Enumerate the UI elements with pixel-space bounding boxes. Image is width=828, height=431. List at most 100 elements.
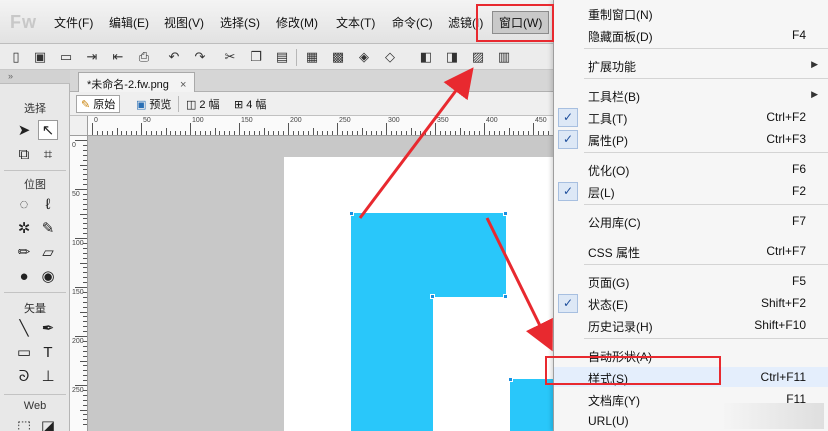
redo-icon[interactable]: ↷: [192, 49, 208, 65]
view-2up-button[interactable]: ◫ 2 幅: [182, 95, 224, 113]
ruler-tick: [376, 131, 378, 135]
ruler-tick: [136, 131, 138, 135]
ruler-tick: [508, 128, 510, 135]
window-menu-item[interactable]: 优化(O) F6: [554, 159, 828, 179]
blue-shape-lower[interactable]: [510, 379, 553, 431]
tools-divider: [4, 170, 66, 171]
selection-handle[interactable]: [503, 211, 508, 216]
print-icon[interactable]: ⎙: [136, 49, 152, 65]
bring-forward-icon[interactable]: ▨: [470, 49, 486, 65]
ruler-tick: [75, 336, 87, 337]
pen-tool-icon[interactable]: ✒: [38, 318, 58, 338]
window-menu-item[interactable]: ✓ 层(L) F2: [554, 181, 828, 201]
horizontal-ruler: 0 50 100 150 200 250 300 350 400 450: [88, 116, 553, 136]
window-menu-item[interactable]: 重制窗口(N): [554, 3, 828, 23]
new-icon[interactable]: ▯: [8, 49, 24, 65]
send-back-icon[interactable]: ◧: [418, 49, 434, 65]
window-menu-item-label: 文档库(Y): [588, 394, 640, 408]
ruler-tick: [479, 131, 481, 135]
window-menu-item[interactable]: CSS 属性 Ctrl+F7: [554, 241, 828, 261]
tools-panel: » 选择 ➤ ↖ ⧉ ⌗ 位图 ◌ ℓ ✲ ✎ ✏ ▱ ● ◉ 矢量 ╲ ✒ ▭…: [0, 70, 70, 431]
copy-icon[interactable]: ❐: [248, 49, 264, 65]
ruler-tick: [542, 131, 544, 135]
menu-file[interactable]: 文件(F): [54, 14, 93, 31]
blur-tool-icon[interactable]: ●: [14, 266, 34, 286]
blue-shape-stem[interactable]: [351, 296, 433, 431]
menu-text[interactable]: 文本(T): [336, 14, 375, 31]
view-4up-button[interactable]: ⊞ 4 幅: [230, 95, 270, 113]
blue-shape-top[interactable]: [351, 213, 506, 297]
view-original-button[interactable]: ✎ 原始: [76, 95, 121, 113]
ruler-tick: [96, 131, 98, 135]
ruler-label: 50: [143, 117, 151, 124]
crop-tool-icon[interactable]: ⌗: [38, 144, 58, 164]
ruler-label: 50: [72, 191, 80, 198]
view-preview-label: 预览: [149, 99, 172, 111]
window-menu-item-label: 历史记录(H): [588, 320, 653, 334]
knife-tool-icon[interactable]: ⊥: [38, 366, 58, 386]
window-menu-item[interactable]: ✓ 属性(P) Ctrl+F3: [554, 129, 828, 149]
ruler-tick: [528, 131, 530, 135]
ruler-tick: [400, 131, 402, 135]
ruler-tick: [518, 131, 520, 135]
send-front-icon[interactable]: ◨: [444, 49, 460, 65]
subselect-tool-icon[interactable]: ↖: [38, 120, 58, 140]
ruler-tick: [141, 123, 142, 135]
selection-handle[interactable]: [508, 377, 513, 382]
text-tool-icon[interactable]: T: [38, 342, 58, 362]
ruler-tick: [224, 131, 226, 135]
export-icon[interactable]: ⇤: [110, 49, 126, 65]
pointer-tool-icon[interactable]: ➤: [14, 120, 34, 140]
slice-tool-icon[interactable]: ◪: [38, 416, 58, 431]
group-icon[interactable]: ▦: [304, 49, 320, 65]
brush-tool-icon[interactable]: ✎: [38, 218, 58, 238]
tools-divider: [4, 292, 66, 293]
align-icon[interactable]: ▥: [496, 49, 512, 65]
pencil-tool-icon[interactable]: ✏: [14, 242, 34, 262]
menu-edit[interactable]: 编辑(E): [109, 14, 149, 31]
line-tool-icon[interactable]: ╲: [14, 318, 34, 338]
scale-tool-icon[interactable]: ⧉: [14, 144, 34, 164]
close-icon[interactable]: ×: [180, 79, 186, 91]
window-menu-item[interactable]: 历史记录(H) Shift+F10: [554, 315, 828, 335]
hotspot-tool-icon[interactable]: ⬚: [14, 416, 34, 431]
window-menu-item[interactable]: 隐藏面板(D) F4: [554, 25, 828, 45]
freeform-tool-icon[interactable]: ᘐ: [14, 366, 34, 386]
rectangle-tool-icon[interactable]: ▭: [14, 342, 34, 362]
window-menu-item[interactable]: 工具栏(B) ▶: [554, 85, 828, 105]
open-icon[interactable]: ▭: [58, 49, 74, 65]
window-menu-item[interactable]: ✓ 工具(T) Ctrl+F2: [554, 107, 828, 127]
ruler-tick: [547, 131, 549, 135]
menu-commands[interactable]: 命令(C): [392, 14, 433, 31]
cut-icon[interactable]: ✂: [222, 49, 238, 65]
split-icon[interactable]: ◇: [382, 49, 398, 65]
lasso-tool-icon[interactable]: ℓ: [38, 194, 58, 214]
menu-select[interactable]: 选择(S): [220, 14, 260, 31]
save-icon[interactable]: ▣: [32, 49, 48, 65]
panel-grip[interactable]: »: [0, 70, 70, 84]
window-menu-item[interactable]: 页面(G) F5: [554, 271, 828, 291]
menu-view[interactable]: 视图(V): [164, 14, 204, 31]
rubber-stamp-icon[interactable]: ◉: [38, 266, 58, 286]
window-menu-item[interactable]: 公用库(C) F7: [554, 211, 828, 231]
magic-wand-icon[interactable]: ✲: [14, 218, 34, 238]
ungroup-icon[interactable]: ▩: [330, 49, 346, 65]
undo-icon[interactable]: ↶: [166, 49, 182, 65]
selection-handle[interactable]: [430, 294, 435, 299]
selection-handle[interactable]: [503, 294, 508, 299]
paste-icon[interactable]: ▤: [274, 49, 290, 65]
view-preview-button[interactable]: ▣ 预览: [132, 95, 175, 113]
join-icon[interactable]: ◈: [356, 49, 372, 65]
eraser-tool-icon[interactable]: ▱: [38, 242, 58, 262]
menu-modify[interactable]: 修改(M): [276, 14, 318, 31]
ruler-tick: [474, 131, 476, 135]
document-tab[interactable]: *未命名-2.fw.png ×: [78, 72, 196, 92]
window-menu-item[interactable]: 扩展功能 ▶: [554, 55, 828, 75]
ruler-tick: [83, 321, 87, 323]
import-icon[interactable]: ⇥: [84, 49, 100, 65]
window-menu-item[interactable]: ✓ 状态(E) Shift+F2: [554, 293, 828, 313]
ruler-label: 0: [72, 142, 76, 149]
selection-handle[interactable]: [349, 211, 354, 216]
window-menu-item-shortcut: F5: [791, 274, 806, 288]
marquee-tool-icon[interactable]: ◌: [14, 194, 34, 214]
